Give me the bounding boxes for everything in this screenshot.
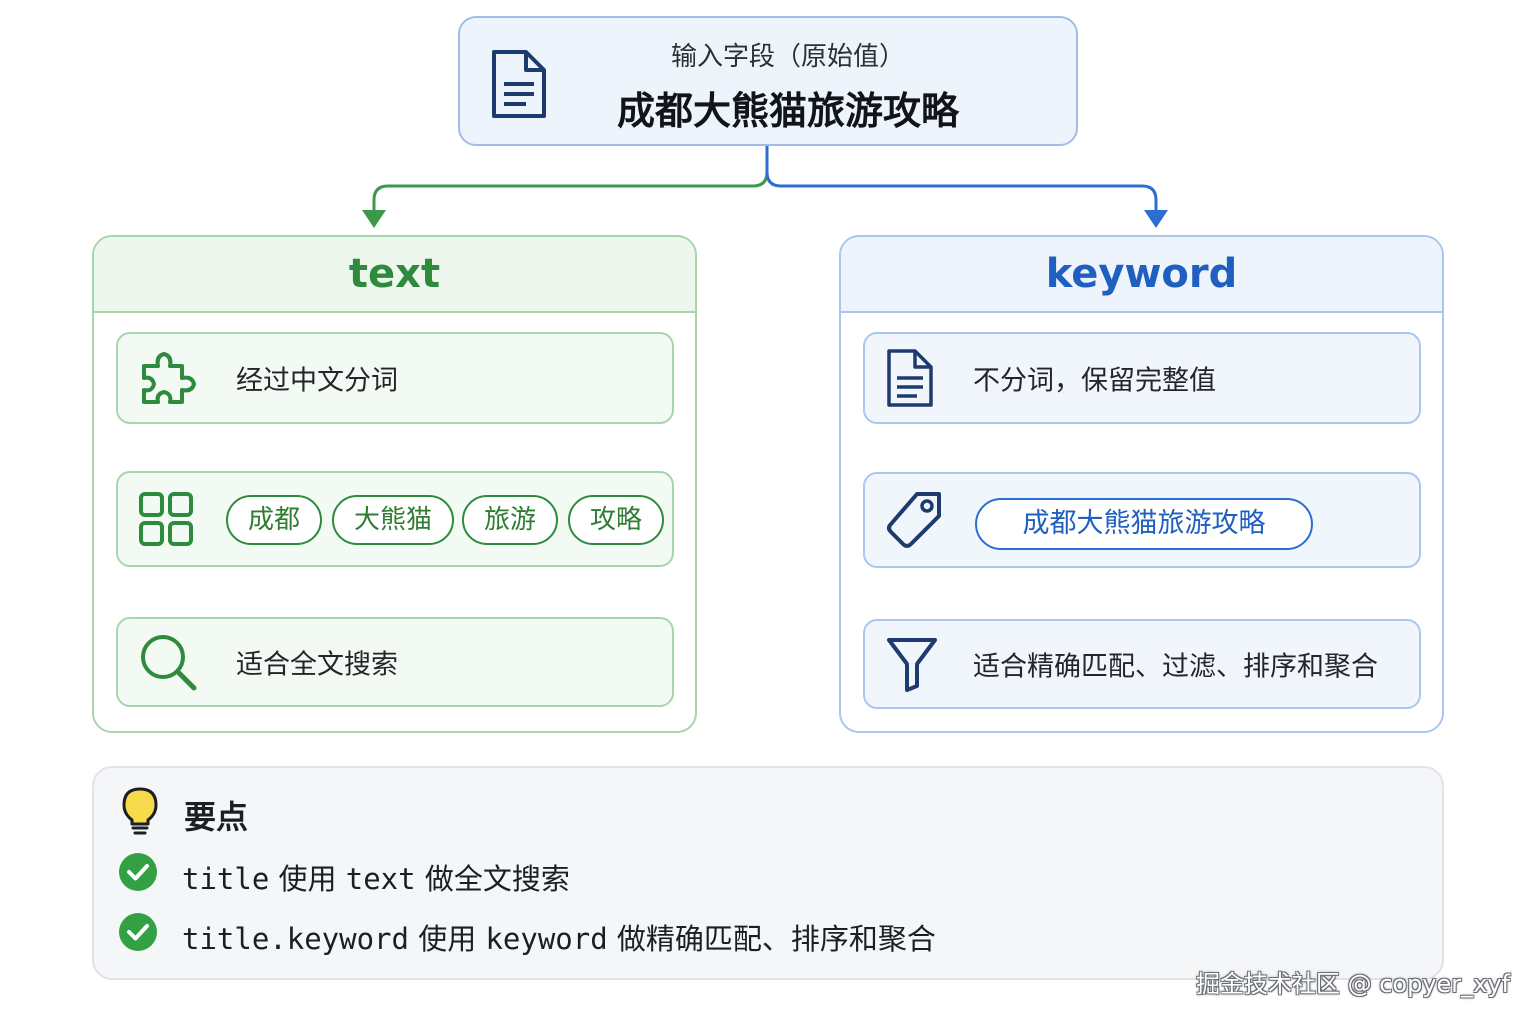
text-step-tokens: 成都 大熊猫 旅游 攻略 [116, 471, 674, 567]
key-points-box: 要点 title 使用 text 做全文搜索 title.keyword 使用 … [92, 766, 1444, 980]
text-step-fulltext: 适合全文搜索 [116, 617, 674, 707]
key-point-field: title [182, 862, 270, 896]
grid-icon [139, 492, 193, 546]
key-point-purpose: 做全文搜索 [424, 862, 570, 896]
key-point-verb: 使用 [278, 862, 337, 896]
check-circle-icon [119, 913, 157, 951]
puzzle-icon [142, 352, 196, 404]
filter-icon [887, 638, 937, 692]
key-points-title: 要点 [184, 798, 249, 836]
key-point-type: text [345, 862, 416, 896]
text-step-tokenize: 经过中文分词 [116, 332, 674, 424]
key-point-verb: 使用 [418, 922, 477, 956]
key-point-field: title.keyword [182, 922, 409, 956]
token-chip: 大熊猫 [332, 495, 454, 545]
keyword-panel: keyword 不分词，保留完整值 成都大熊猫旅游攻略 适合精确匹配、过滤、排序… [839, 235, 1444, 733]
key-point-purpose: 做精确匹配、排序和聚合 [616, 922, 936, 956]
check-circle-icon [119, 853, 157, 891]
token-chip: 成都 [226, 495, 322, 545]
lightbulb-icon [122, 787, 158, 835]
key-point-type: keyword [485, 922, 608, 956]
token-chip: 旅游 [462, 495, 558, 545]
keyword-step-no-tokenize: 不分词，保留完整值 [863, 332, 1421, 424]
text-panel: text 经过中文分词 成都 大熊猫 旅游 攻略 适合全文搜索 [92, 235, 697, 733]
keyword-step-exact: 适合精确匹配、过滤、排序和聚合 [863, 619, 1421, 709]
keyword-step-whole-value: 成都大熊猫旅游攻略 [863, 472, 1421, 568]
input-field-value: 成都大熊猫旅游攻略 [616, 89, 959, 133]
tag-icon [887, 492, 941, 548]
text-panel-title: text [94, 237, 695, 313]
input-field-box: 输入字段（原始值） 成都大熊猫旅游攻略 [458, 16, 1078, 146]
text-step-fulltext-label: 适合全文搜索 [236, 649, 398, 681]
input-field-label: 输入字段（原始值） [670, 42, 905, 72]
document-icon [887, 349, 933, 407]
keyword-token-chip: 成都大熊猫旅游攻略 [975, 498, 1313, 550]
token-chip: 攻略 [568, 495, 664, 545]
keyword-step-exact-label: 适合精确匹配、过滤、排序和聚合 [973, 651, 1378, 683]
keyword-panel-title: keyword [841, 237, 1442, 313]
text-step-tokenize-label: 经过中文分词 [236, 365, 398, 397]
search-icon [141, 635, 197, 691]
watermark: 掘金技术社区 @ copyer_xyf [1195, 970, 1510, 998]
keyword-step-no-tokenize-label: 不分词，保留完整值 [973, 365, 1216, 397]
